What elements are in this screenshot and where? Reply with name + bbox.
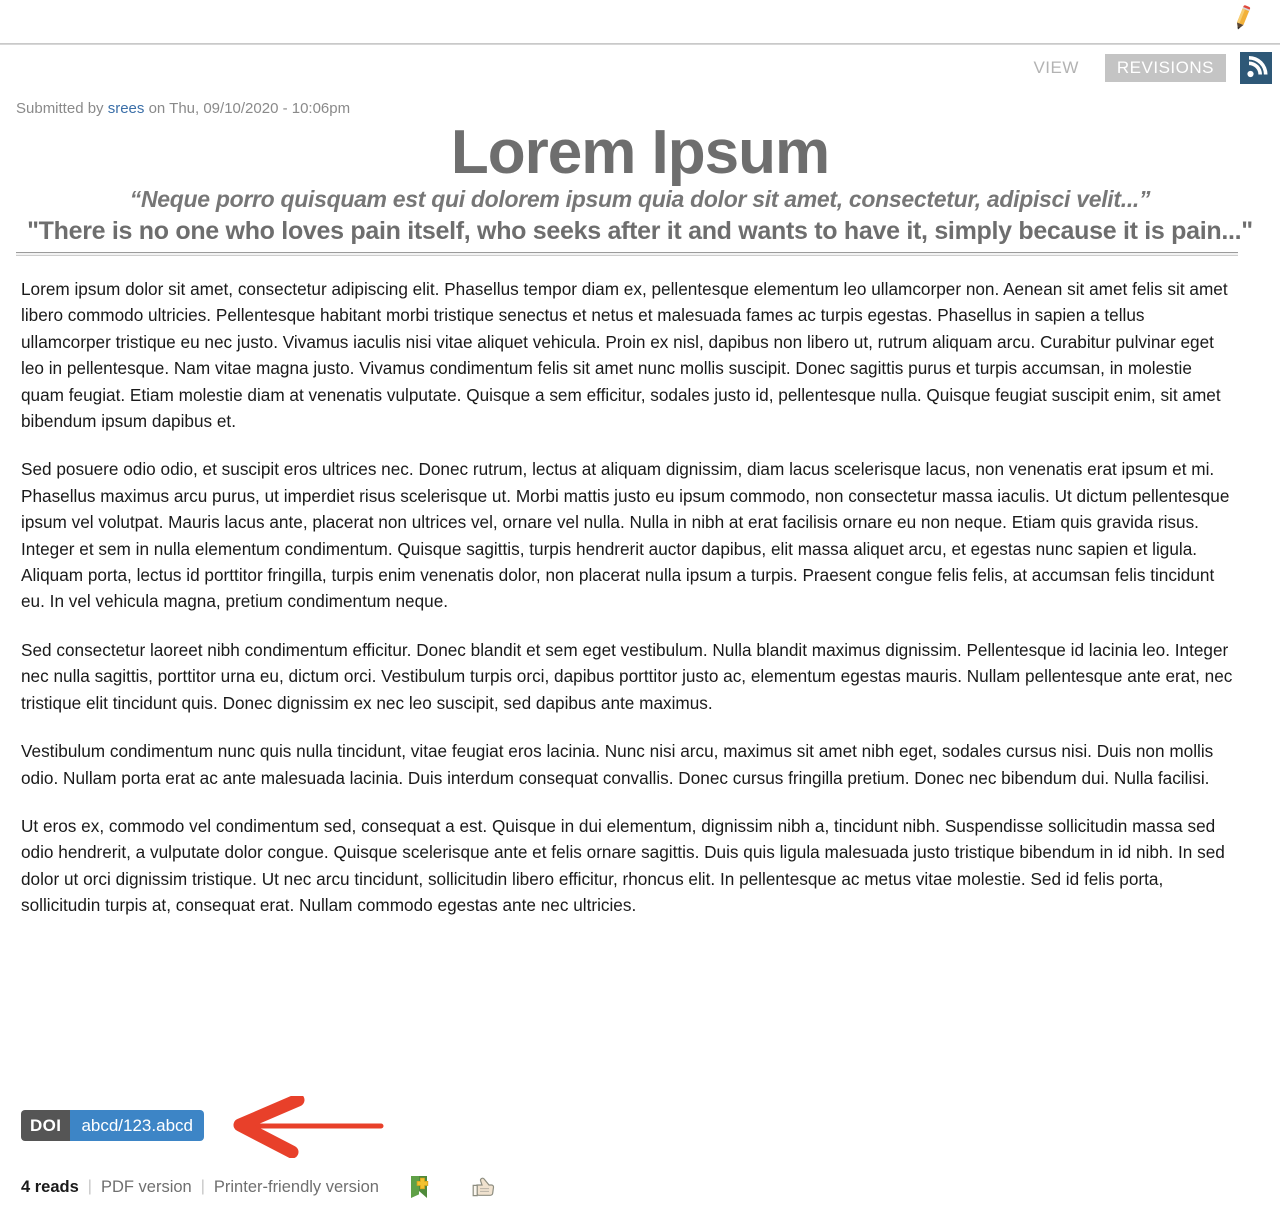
doi-value: abcd/123.abcd: [70, 1110, 204, 1141]
tab-view[interactable]: VIEW: [1021, 54, 1090, 82]
rss-icon[interactable]: [1240, 52, 1272, 84]
pdf-version-link[interactable]: PDF version: [101, 1178, 192, 1197]
content-divider: [16, 252, 1238, 256]
read-count: 4 reads: [21, 1177, 79, 1196]
doi-area: DOI abcd/123.abcd: [21, 1093, 384, 1159]
article-body: Lorem ipsum dolor sit amet, consectetur …: [21, 276, 1239, 941]
subtitle-line-1: “Neque porro quisquam est qui dolorem ip…: [129, 186, 1151, 212]
paragraph: Sed consectetur laoreet nibh condimentum…: [21, 639, 1233, 713]
submitted-prefix: Submitted by: [16, 100, 108, 117]
author-link[interactable]: srees: [108, 100, 145, 117]
tab-revisions[interactable]: REVISIONS: [1104, 54, 1226, 82]
red-arrow-annotation-icon: [226, 1093, 391, 1159]
submitted-meta: Submitted by srees on Thu, 09/10/2020 - …: [16, 100, 350, 117]
thumbs-up-icon[interactable]: [469, 1173, 497, 1201]
paragraph: Lorem ipsum dolor sit amet, consectetur …: [21, 279, 1228, 432]
footer-links: 4 reads | PDF version | Printer-friendly…: [21, 1172, 497, 1202]
submitted-suffix: on Thu, 09/10/2020 - 10:06pm: [144, 100, 351, 117]
pencil-icon[interactable]: [1226, 2, 1258, 34]
subtitle-line-2: "There is no one who loves pain itself, …: [27, 217, 1253, 245]
paragraph: Ut eros ex, commodo vel condimentum sed,…: [21, 815, 1225, 916]
flag-add-icon[interactable]: [407, 1173, 435, 1201]
footer-icon-group: [407, 1173, 497, 1201]
printer-friendly-link[interactable]: Printer-friendly version: [214, 1178, 379, 1197]
title-block: Lorem Ipsum “Neque porro quisquam est qu…: [0, 122, 1280, 246]
paragraph: Sed posuere odio odio, et suscipit eros …: [21, 459, 1230, 612]
doi-badge[interactable]: DOI abcd/123.abcd: [21, 1110, 204, 1141]
page-title: Lorem Ipsum: [450, 118, 830, 187]
doi-label: DOI: [21, 1110, 71, 1141]
header-divider: [0, 43, 1280, 45]
footer-separator: |: [87, 1178, 92, 1195]
footer-separator: |: [200, 1178, 205, 1195]
paragraph: Vestibulum condimentum nunc quis nulla t…: [21, 741, 1214, 788]
tab-bar: VIEW REVISIONS: [1021, 52, 1272, 84]
edit-toolbar: [0, 0, 1280, 38]
page-root: VIEW REVISIONS Submitted by srees on Thu…: [0, 0, 1280, 1231]
